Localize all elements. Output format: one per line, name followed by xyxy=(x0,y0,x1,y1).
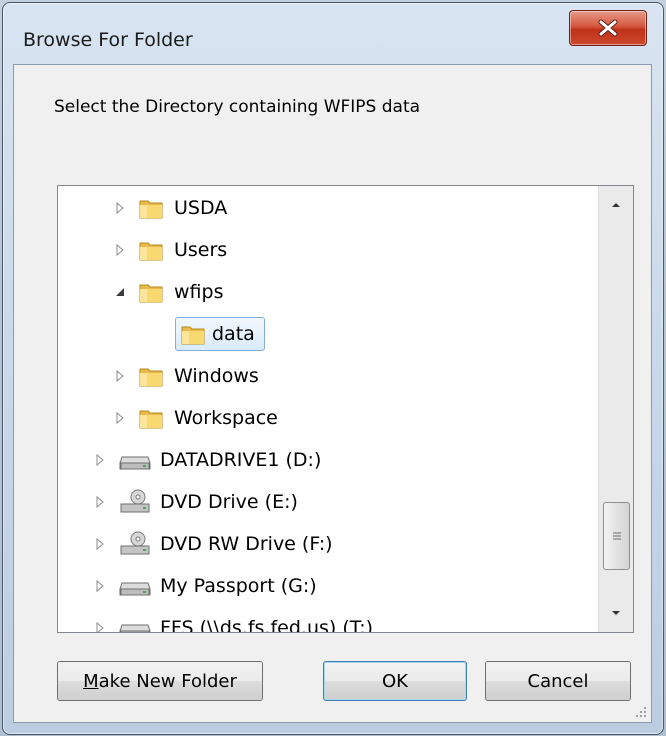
make-new-folder-button[interactable]: Make New Folder xyxy=(57,661,263,701)
no-expander xyxy=(153,327,167,341)
scroll-thumb[interactable] xyxy=(603,502,630,570)
tree-item[interactable]: Windows xyxy=(113,356,262,396)
tree-item[interactable]: Workspace xyxy=(113,398,281,438)
close-button[interactable] xyxy=(569,10,647,46)
tree-item-label: Windows xyxy=(135,361,262,391)
tree-item[interactable]: My Passport (G:) xyxy=(93,566,320,606)
folder-tree-view[interactable]: USDA Users wfips data Windows Workspace DATADR… xyxy=(57,185,634,633)
resize-grip-icon[interactable] xyxy=(633,704,647,718)
folder-icon xyxy=(139,200,163,219)
tree-item-label: data xyxy=(175,317,265,351)
tree-item[interactable]: data xyxy=(153,314,265,354)
expand-arrow-icon[interactable] xyxy=(113,369,127,383)
tree-item[interactable]: DATADRIVE1 (D:) xyxy=(93,440,324,480)
network-drive-icon xyxy=(119,624,151,632)
tree-item[interactable]: DVD RW Drive (F:) xyxy=(93,524,336,564)
tree-item-label: Users xyxy=(135,235,230,265)
dialog-body: Select the Directory containing WFIPS da… xyxy=(13,64,652,723)
tree-item-text: My Passport (G:) xyxy=(160,575,317,597)
expand-arrow-icon[interactable] xyxy=(93,579,107,593)
folder-icon xyxy=(139,242,163,261)
tree-item[interactable]: USDA xyxy=(113,188,230,228)
collapse-arrow-icon[interactable] xyxy=(113,285,127,299)
cancel-button[interactable]: Cancel xyxy=(485,661,631,701)
tree-item-text: data xyxy=(212,323,255,345)
scroll-down-button[interactable] xyxy=(599,594,633,632)
scroll-up-arrow-icon xyxy=(612,203,620,207)
tree-item-text: DATADRIVE1 (D:) xyxy=(160,449,322,471)
expand-arrow-icon[interactable] xyxy=(113,411,127,425)
tree-item-label: DATADRIVE1 (D:) xyxy=(115,445,324,475)
tree-item[interactable]: DVD Drive (E:) xyxy=(93,482,301,522)
tree-item[interactable]: wfips xyxy=(113,272,226,312)
tree-item-text: DVD Drive (E:) xyxy=(160,491,298,513)
dvd-drive-icon xyxy=(120,489,150,513)
window-title: Browse For Folder xyxy=(23,29,193,51)
tree-item-label: FFS (\\ds.fs.fed.us) (T:) xyxy=(115,613,376,633)
tree-item-label: DVD Drive (E:) xyxy=(115,487,301,517)
expand-arrow-icon[interactable] xyxy=(93,495,107,509)
make-new-folder-label: Make New Folder xyxy=(83,670,237,692)
ok-button[interactable]: OK xyxy=(323,661,467,701)
scroll-down-arrow-icon xyxy=(612,611,620,615)
tree-item-text: wfips xyxy=(174,281,224,303)
folder-icon xyxy=(139,284,163,303)
grip-lines-icon xyxy=(612,532,621,540)
tree-item-text: USDA xyxy=(174,197,228,219)
tree-item[interactable]: Users xyxy=(113,230,230,270)
expand-arrow-icon[interactable] xyxy=(113,201,127,215)
tree-item-label: Workspace xyxy=(135,403,281,433)
hard-drive-icon xyxy=(119,456,151,470)
folder-icon xyxy=(139,368,163,387)
browse-for-folder-dialog: Browse For Folder Select the Directory c… xyxy=(2,2,664,735)
tree-item-label: My Passport (G:) xyxy=(115,571,320,601)
expand-arrow-icon[interactable] xyxy=(113,243,127,257)
scroll-up-button[interactable] xyxy=(599,186,633,224)
expand-arrow-icon[interactable] xyxy=(93,537,107,551)
dvd-drive-icon xyxy=(120,531,150,555)
tree-item-text: Users xyxy=(174,239,228,261)
tree-item-text: DVD RW Drive (F:) xyxy=(160,533,333,555)
vertical-scrollbar[interactable] xyxy=(598,186,633,632)
title-bar[interactable]: Browse For Folder xyxy=(3,3,663,65)
tree-item[interactable]: FFS (\\ds.fs.fed.us) (T:) xyxy=(93,608,376,633)
ok-label: OK xyxy=(382,670,408,692)
tree-item-label: DVD RW Drive (F:) xyxy=(115,529,336,559)
hard-drive-icon xyxy=(119,582,151,596)
cancel-label: Cancel xyxy=(527,670,589,692)
close-icon xyxy=(598,19,618,37)
tree-item-label: USDA xyxy=(135,193,230,223)
tree-item-label: wfips xyxy=(135,277,226,307)
tree-item-text: Windows xyxy=(174,365,259,387)
tree-item-text: FFS (\\ds.fs.fed.us) (T:) xyxy=(160,617,374,633)
expand-arrow-icon[interactable] xyxy=(93,621,107,633)
expand-arrow-icon[interactable] xyxy=(93,453,107,467)
tree-item-text: Workspace xyxy=(174,407,278,429)
folder-icon xyxy=(181,326,205,345)
folder-icon xyxy=(139,410,163,429)
instruction-text: Select the Directory containing WFIPS da… xyxy=(54,97,421,117)
